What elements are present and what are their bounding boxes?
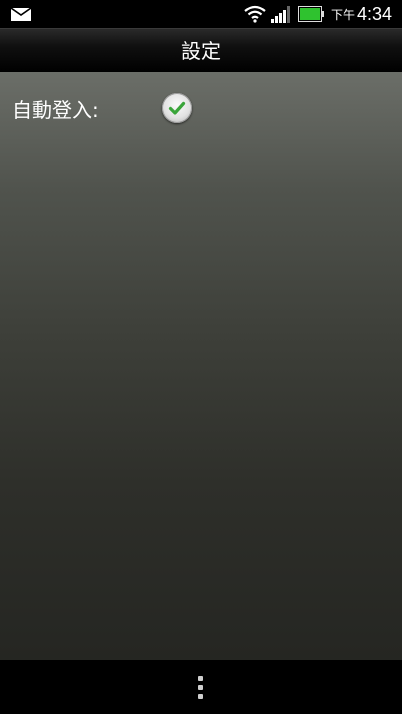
overflow-menu-icon-dot <box>198 685 203 690</box>
overflow-menu-button[interactable] <box>186 668 216 708</box>
checkmark-icon <box>168 101 186 115</box>
overflow-menu-icon-dot <box>198 676 203 681</box>
settings-screen: 下午 4:34 設定 自動登入: <box>0 0 402 714</box>
setting-row-auto-login: 自動登入: <box>0 90 402 130</box>
settings-content: 自動登入: <box>0 72 402 660</box>
auto-login-checkbox[interactable] <box>162 93 192 123</box>
bottom-bar <box>0 660 402 714</box>
overflow-menu-icon-dot <box>198 694 203 699</box>
title-bar: 設定 <box>0 28 402 72</box>
clock-time: 4:34 <box>357 4 393 24</box>
wifi-icon <box>244 5 266 23</box>
signal-icon <box>271 6 290 23</box>
battery-icon <box>298 6 324 22</box>
ampm-label: 下午 <box>331 8 356 22</box>
auto-login-label: 自動登入: <box>12 98 99 122</box>
mail-icon <box>11 8 31 21</box>
page-title: 設定 <box>181 39 221 63</box>
status-bar: 下午 4:34 <box>0 0 402 28</box>
